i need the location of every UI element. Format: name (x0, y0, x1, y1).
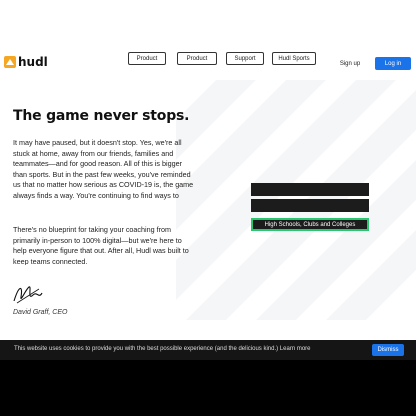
nav-button-product-1[interactable]: Product (128, 52, 166, 65)
audience-button-2[interactable] (251, 199, 369, 212)
signup-link[interactable]: Sign up (334, 57, 366, 70)
audience-button-high-schools[interactable]: High Schools, Clubs and Colleges (251, 218, 369, 231)
cookie-text: This website uses cookies to provide you… (14, 346, 311, 352)
top-nav-bar: hudl Product Product Support Hudl Sports… (0, 52, 416, 76)
nav-button-support[interactable]: Support (226, 52, 264, 65)
page: hudl Product Product Support Hudl Sports… (0, 0, 416, 416)
audience-button-1[interactable] (251, 183, 369, 196)
dismiss-button[interactable]: Dismiss (372, 344, 404, 356)
second-paragraph: There's no blueprint for taking your coa… (13, 225, 189, 265)
logo-text: hudl (18, 55, 48, 69)
cookie-banner: This website uses cookies to provide you… (0, 340, 416, 360)
ceo-signature-image (13, 286, 43, 304)
nav-button-product-2[interactable]: Product (177, 52, 217, 65)
nav-button-hudl-sports[interactable]: Hudl Sports (272, 52, 316, 65)
login-button[interactable]: Log in (375, 57, 411, 70)
hudl-logo-icon (4, 56, 16, 68)
page-heading: The game never stops. (13, 108, 190, 124)
intro-paragraph: It may have paused, but it doesn't stop.… (13, 138, 194, 202)
hudl-logo[interactable]: hudl (4, 55, 48, 69)
bottom-letterbox (0, 360, 416, 416)
signature-name: David Graff, CEO (13, 309, 68, 316)
